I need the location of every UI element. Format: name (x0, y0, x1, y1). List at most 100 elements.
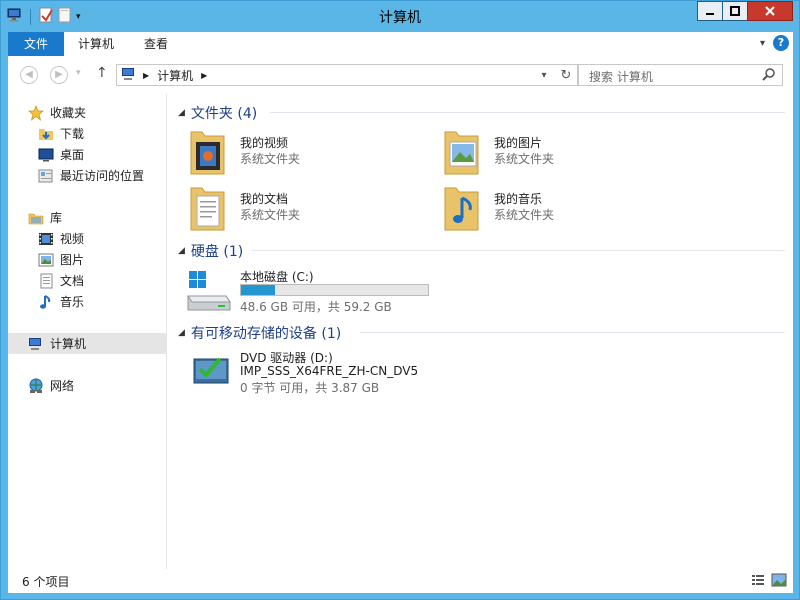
section-removable-header[interactable]: ◢ 有可移动存储的设备 (1) (178, 323, 341, 343)
address-bar-actions: ▾ ↻ (533, 65, 577, 85)
help-icon[interactable]: ? (773, 35, 789, 51)
address-dropdown-icon[interactable]: ▾ (533, 70, 555, 81)
address-path-label[interactable]: 计算机 (157, 67, 193, 84)
drive-usage-fill (241, 285, 275, 295)
nav-favorites[interactable]: 收藏夹 (8, 102, 166, 123)
nav-item-desktop[interactable]: 桌面 (8, 144, 166, 165)
status-bar: 6 个项目 (8, 569, 793, 593)
dvd-drive-icon (192, 353, 230, 388)
window-title: 计算机 (379, 10, 421, 26)
search-icon[interactable] (762, 67, 776, 84)
section-divider (360, 332, 785, 333)
details-view-icon[interactable] (751, 573, 765, 590)
dvd-free-space: 0 字节 可用，共 3.87 GB (240, 381, 380, 395)
folder-name: 我的图片 (494, 136, 543, 150)
network-icon (28, 378, 44, 394)
nav-item-label: 文档 (60, 274, 85, 288)
nav-item-music[interactable]: 音乐 (8, 291, 166, 312)
nav-item-label: 下载 (60, 127, 85, 141)
nav-item-videos[interactable]: 视频 (8, 228, 166, 249)
up-arrow-icon[interactable]: ↑ (96, 65, 108, 81)
explorer-window: ▾ 计算机 文件 计算机 查看 ▾ ? ◀ ▶ ▾ ↑ ▶ 计算机 ▶ ▾ ↻ … (0, 0, 800, 600)
back-button[interactable]: ◀ (20, 66, 38, 84)
search-box[interactable]: 搜索 计算机 (578, 64, 783, 86)
nav-item-label: 图片 (60, 253, 85, 267)
navigation-bar: ◀ ▶ ▾ ↑ ▶ 计算机 ▶ ▾ ↻ 搜索 计算机 (8, 56, 793, 94)
drive-item-dvd[interactable]: DVD 驱动器 (D:) IMP_SSS_X64FRE_ZH-CN_DV5 0 … (186, 349, 546, 399)
expand-ribbon-chevron-icon[interactable]: ▾ (760, 38, 765, 49)
folder-type: 系统文件夹 (494, 152, 555, 166)
nav-computer-label: 计算机 (50, 337, 87, 351)
path-separator-icon[interactable]: ▶ (143, 71, 149, 80)
videos-icon (38, 231, 54, 247)
drive-name: 本地磁盘 (C:) (240, 270, 314, 284)
section-title: 有可移动存储的设备 (1) (190, 326, 342, 342)
star-icon (28, 104, 44, 121)
nav-item-pictures[interactable]: 图片 (8, 249, 166, 270)
tab-view[interactable]: 查看 (130, 32, 182, 56)
path-separator-icon[interactable]: ▶ (201, 71, 207, 80)
music-folder-icon (442, 184, 482, 232)
folder-item-videos[interactable]: 我的视频 系统文件夹 (188, 128, 428, 180)
folder-item-documents[interactable]: 我的文档 系统文件夹 (188, 184, 428, 236)
library-icon (28, 210, 44, 226)
nav-network[interactable]: 网络 (8, 375, 166, 396)
folder-item-pictures[interactable]: 我的图片 系统文件夹 (442, 128, 682, 180)
section-folders-header[interactable]: ◢ 文件夹 (4) (178, 103, 257, 123)
ribbon-tabs: 文件 计算机 查看 ▾ ? (8, 32, 793, 56)
computer-small-icon (121, 67, 137, 84)
navigation-pane: 收藏夹 下载 桌面 最近访问的位置 库 视频 图片 文档 音乐 计算机 网络 (8, 94, 167, 569)
content-area: ◀ ▶ ▾ ↑ ▶ 计算机 ▶ ▾ ↻ 搜索 计算机 收藏夹 下载 桌面 最近访… (8, 56, 793, 593)
folder-name: 我的音乐 (494, 192, 543, 206)
recent-places-icon (38, 168, 54, 184)
minimize-button[interactable] (697, 1, 723, 21)
collapse-triangle-icon[interactable]: ◢ (178, 246, 185, 256)
tab-file[interactable]: 文件 (8, 32, 64, 56)
nav-item-downloads[interactable]: 下载 (8, 123, 166, 144)
tab-computer[interactable]: 计算机 (64, 32, 128, 56)
view-toggle-group (751, 573, 787, 590)
collapse-triangle-icon[interactable]: ◢ (178, 108, 185, 118)
nav-libraries[interactable]: 库 (8, 207, 166, 228)
refresh-icon[interactable]: ↻ (555, 68, 577, 83)
forward-button[interactable]: ▶ (50, 66, 68, 84)
close-button[interactable] (747, 1, 793, 21)
folder-name: 我的文档 (240, 192, 289, 206)
folder-type: 系统文件夹 (494, 208, 555, 222)
video-folder-icon (188, 128, 228, 176)
folder-type: 系统文件夹 (240, 152, 301, 166)
nav-item-documents[interactable]: 文档 (8, 270, 166, 291)
nav-favorites-label: 收藏夹 (50, 106, 87, 120)
section-drives-header[interactable]: ◢ 硬盘 (1) (178, 241, 243, 261)
tiles-view-icon[interactable] (771, 573, 787, 590)
pictures-icon (38, 252, 54, 268)
window-controls (697, 1, 793, 21)
dvd-volume-label: IMP_SSS_X64FRE_ZH-CN_DV5 (240, 364, 419, 378)
documents-folder-icon (188, 184, 228, 232)
drive-usage-bar (240, 284, 429, 296)
nav-item-recent-places[interactable]: 最近访问的位置 (8, 165, 166, 186)
desktop-icon (38, 147, 54, 163)
maximize-button[interactable] (722, 1, 748, 21)
folder-type: 系统文件夹 (240, 208, 301, 222)
search-placeholder: 搜索 计算机 (589, 70, 653, 84)
pictures-folder-icon (442, 128, 482, 176)
section-divider (270, 112, 785, 113)
music-note-icon (38, 294, 54, 310)
nav-item-label: 桌面 (60, 148, 85, 162)
drive-free-space: 48.6 GB 可用，共 59.2 GB (240, 300, 392, 314)
documents-icon (38, 273, 54, 289)
ribbon-right-controls: ▾ ? (760, 35, 789, 51)
drive-item-c[interactable]: 本地磁盘 (C:) 48.6 GB 可用，共 59.2 GB (186, 268, 486, 318)
downloads-icon (38, 126, 54, 142)
folder-item-music[interactable]: 我的音乐 系统文件夹 (442, 184, 682, 236)
section-title: 文件夹 (4) (190, 106, 258, 122)
nav-computer[interactable]: 计算机 (8, 333, 166, 354)
address-bar[interactable]: ▶ 计算机 ▶ ▾ ↻ (116, 64, 578, 86)
recent-locations-dropdown-icon[interactable]: ▾ (76, 68, 81, 78)
collapse-triangle-icon[interactable]: ◢ (178, 328, 185, 338)
section-divider (252, 250, 785, 251)
nav-item-label: 音乐 (60, 295, 85, 309)
nav-item-label: 视频 (60, 232, 85, 246)
nav-item-label: 最近访问的位置 (60, 169, 145, 183)
